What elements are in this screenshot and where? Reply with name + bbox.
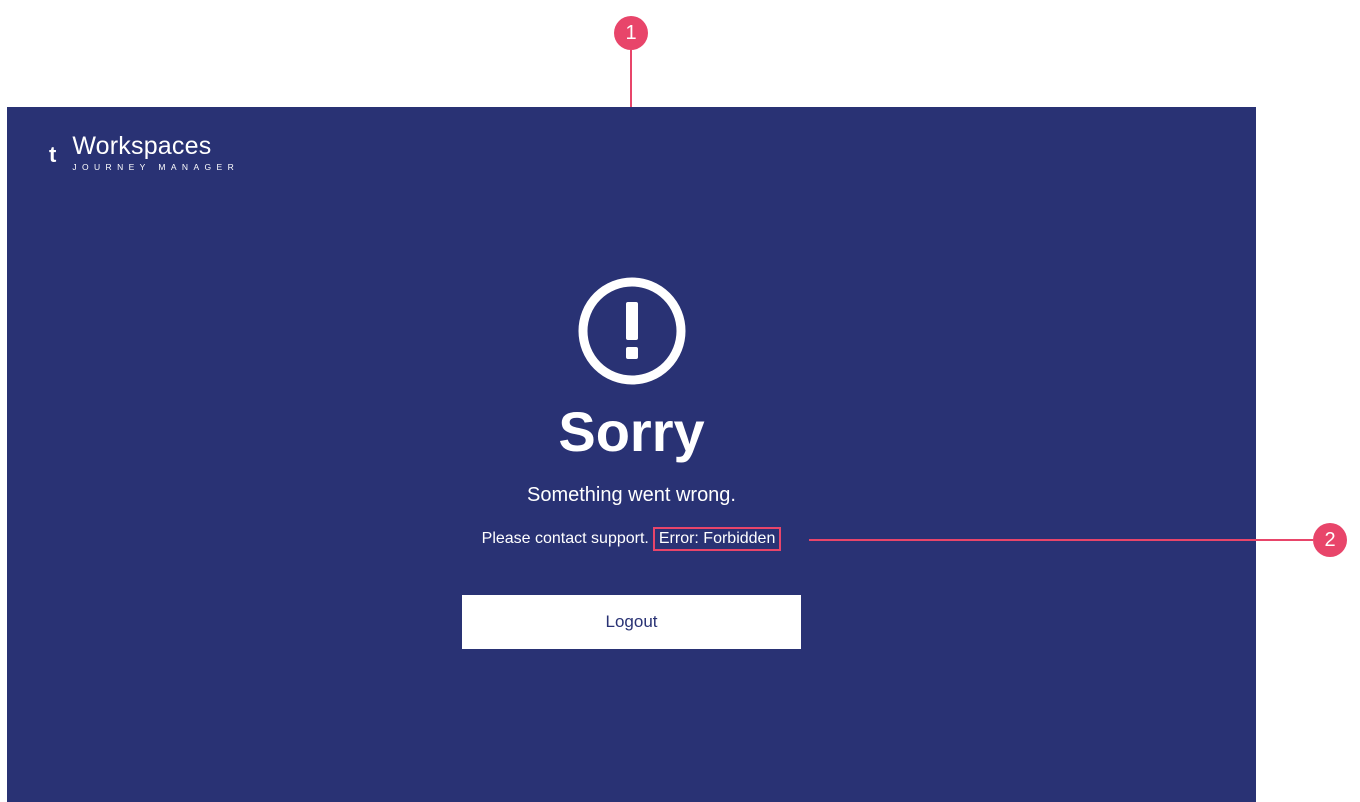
exclamation-circle-icon: [578, 277, 686, 385]
screenshot-stage: t Workspaces JOURNEY MANAGER Sorry Somet…: [0, 0, 1360, 802]
brand-text: Workspaces JOURNEY MANAGER: [72, 132, 239, 172]
annotation-2-badge: 2: [1313, 523, 1347, 557]
error-subtitle: Something went wrong.: [526, 484, 736, 506]
annotation-1-line: [630, 50, 632, 107]
page-title: Sorry: [558, 400, 705, 463]
brand-mark: t: [49, 142, 57, 167]
error-page: t Workspaces JOURNEY MANAGER Sorry Somet…: [7, 107, 1256, 802]
annotation-2-line: [809, 539, 1313, 541]
brand-logo: t Workspaces JOURNEY MANAGER: [49, 132, 239, 172]
annotation-1-badge: 1: [614, 16, 648, 50]
brand-tagline: JOURNEY MANAGER: [72, 162, 240, 172]
error-detail: Error: Forbidden: [652, 527, 782, 551]
support-text: Please contact support.: [481, 530, 649, 547]
logout-button[interactable]: Logout: [462, 595, 801, 649]
brand-name: Workspaces: [72, 132, 212, 160]
